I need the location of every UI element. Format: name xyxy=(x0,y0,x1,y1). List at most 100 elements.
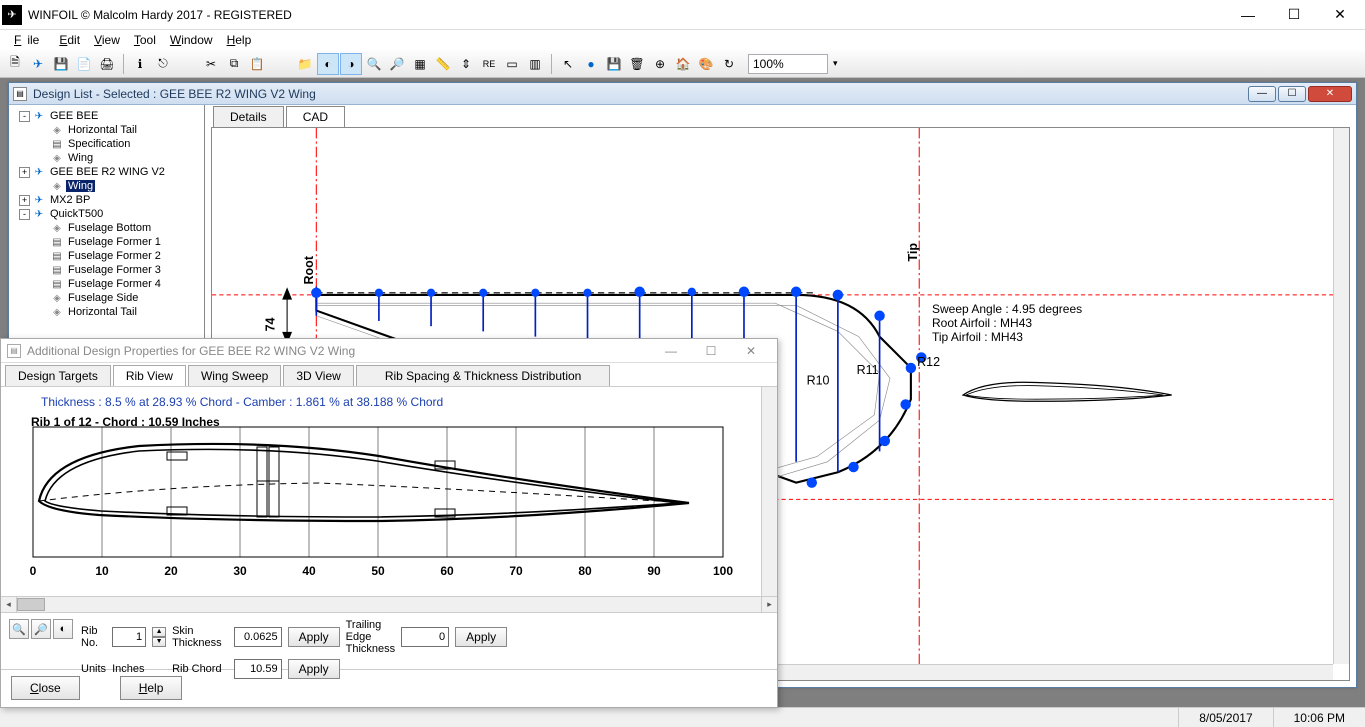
mdi-minimize-button[interactable]: — xyxy=(1248,86,1276,102)
props-close-button[interactable]: ✕ xyxy=(731,340,771,362)
menu-edit[interactable]: Edit xyxy=(53,31,86,49)
close-button[interactable]: Close xyxy=(11,676,80,700)
rib-chord-input[interactable] xyxy=(234,659,282,679)
rib-scrollbar-vertical[interactable] xyxy=(761,387,777,596)
props-minimize-button[interactable]: — xyxy=(651,340,691,362)
target-icon[interactable]: ⊕ xyxy=(649,53,671,75)
new-icon[interactable]: 🗎 xyxy=(4,53,26,75)
house-icon[interactable]: 🏠 xyxy=(672,53,694,75)
tree-expander-icon[interactable]: + xyxy=(19,167,30,178)
airfoil2-icon[interactable]: ◑ xyxy=(340,53,362,75)
dropdown-arrow-icon[interactable]: ▾ xyxy=(833,58,838,69)
re-icon[interactable]: RE xyxy=(478,53,500,75)
props-maximize-button[interactable]: ☐ xyxy=(691,340,731,362)
p1-icon[interactable]: ▭ xyxy=(501,53,523,75)
tab-rib-spacing[interactable]: Rib Spacing & Thickness Distribution xyxy=(356,365,611,386)
tree-item[interactable]: ▤Specification xyxy=(11,137,202,151)
tab-details[interactable]: Details xyxy=(213,106,284,127)
skin-thickness-input[interactable] xyxy=(234,627,282,647)
copy-icon[interactable]: ⧉ xyxy=(223,53,245,75)
menu-view[interactable]: View xyxy=(88,31,126,49)
close-button[interactable]: ✕ xyxy=(1317,0,1363,30)
save-icon[interactable]: 💾 xyxy=(50,53,72,75)
scroll-right-icon[interactable]: ▸ xyxy=(761,597,777,612)
wing-icon[interactable]: ✈ xyxy=(27,53,49,75)
tree-expander-icon[interactable]: + xyxy=(19,195,30,206)
te-thickness-input[interactable] xyxy=(401,627,449,647)
rib-no-input[interactable] xyxy=(112,627,146,647)
gray-icon: ◈ xyxy=(50,222,64,234)
menu-help[interactable]: Help xyxy=(221,31,258,49)
tab-wing-sweep[interactable]: Wing Sweep xyxy=(188,365,281,386)
svg-text:R10: R10 xyxy=(807,374,830,388)
zoom-select[interactable] xyxy=(748,54,828,74)
tree-item[interactable]: ◈Fuselage Bottom xyxy=(11,221,202,235)
zoom-in-icon[interactable]: 🔍 xyxy=(9,619,29,639)
grid-icon[interactable]: ▦ xyxy=(409,53,431,75)
search-icon[interactable]: 🔍 xyxy=(363,53,385,75)
maximize-button[interactable]: ☐ xyxy=(1271,0,1317,30)
tab-design-targets[interactable]: Design Targets xyxy=(5,365,111,386)
tab-cad[interactable]: CAD xyxy=(286,106,345,127)
apply-chord-button[interactable]: Apply xyxy=(288,659,340,679)
tree-item[interactable]: ◈Horizontal Tail xyxy=(11,123,202,137)
info-icon[interactable]: ℹ xyxy=(129,53,151,75)
list-icon[interactable]: 📄 xyxy=(73,53,95,75)
tree-item[interactable]: ▤Fuselage Former 4 xyxy=(11,277,202,291)
cut-icon[interactable]: ✂ xyxy=(200,53,222,75)
menu-file[interactable]: File xyxy=(8,31,51,49)
tree-item[interactable]: ◈Horizontal Tail xyxy=(11,305,202,319)
save2-icon[interactable]: 💾 xyxy=(603,53,625,75)
units-label: Units xyxy=(81,663,106,675)
tab-rib-view[interactable]: Rib View xyxy=(113,365,186,386)
mdi-maximize-button[interactable]: ☐ xyxy=(1278,86,1306,102)
mdi-close-button[interactable]: ✕ xyxy=(1308,86,1352,102)
help-button[interactable]: Help xyxy=(120,676,183,700)
gray-icon: ◈ xyxy=(50,306,64,318)
skin-thickness-label: Skin Thickness xyxy=(172,625,222,649)
tree-item[interactable]: +✈MX2 BP xyxy=(11,193,202,207)
apply-te-button[interactable]: Apply xyxy=(455,627,507,647)
ruler-icon[interactable]: 📏 xyxy=(432,53,454,75)
tree-item[interactable]: +✈GEE BEE R2 WING V2 xyxy=(11,165,202,179)
node-icon[interactable]: ● xyxy=(580,53,602,75)
rib-view-canvas[interactable]: Thickness : 8.5 % at 28.93 % Chord - Cam… xyxy=(1,387,777,597)
palette-icon[interactable]: 🎨 xyxy=(695,53,717,75)
design-list-titlebar[interactable]: ▤ Design List - Selected : GEE BEE R2 WI… xyxy=(9,83,1356,105)
props-titlebar[interactable]: ▤ Additional Design Properties for GEE B… xyxy=(1,339,777,363)
zoom-out-icon[interactable]: 🔎 xyxy=(31,619,51,639)
refresh-icon[interactable]: ↻ xyxy=(718,53,740,75)
airfoil-icon[interactable]: ◐ xyxy=(53,619,73,639)
airfoil1-icon[interactable]: ◐ xyxy=(317,53,339,75)
tree-expander-icon[interactable]: - xyxy=(19,111,30,122)
tree-item[interactable]: ◈Wing xyxy=(11,151,202,165)
tree-item[interactable]: ▤Fuselage Former 1 xyxy=(11,235,202,249)
cad-scrollbar-vertical[interactable] xyxy=(1333,128,1349,664)
tree-item[interactable]: ◈Fuselage Side xyxy=(11,291,202,305)
tree-item[interactable]: ▤Fuselage Former 3 xyxy=(11,263,202,277)
delete-icon[interactable]: 🗑 xyxy=(626,53,648,75)
tree-item[interactable]: -✈GEE BEE xyxy=(11,109,202,123)
print-icon[interactable]: 🖨 xyxy=(96,53,118,75)
minimize-button[interactable]: — xyxy=(1225,0,1271,30)
main-toolbar: 🗎 ✈ 💾 📄 🖨 ℹ ⎋ ✂ ⧉ 📋 📁 ◐ ◑ 🔍 🔎 ▦ 📏 ⇕ RE ▭… xyxy=(0,50,1365,78)
tab-3d-view[interactable]: 3D View xyxy=(283,365,353,386)
scroll-thumb[interactable] xyxy=(17,598,45,611)
tree-item[interactable]: -✈QuickT500 xyxy=(11,207,202,221)
dimv-icon[interactable]: ⇕ xyxy=(455,53,477,75)
paste-icon[interactable]: 📋 xyxy=(246,53,268,75)
props-scrollbar-horizontal[interactable]: ◂ ▸ xyxy=(1,597,777,613)
rib-no-spinner[interactable]: ▲▼ xyxy=(152,627,166,647)
tree-item[interactable]: ▤Fuselage Former 2 xyxy=(11,249,202,263)
menu-window[interactable]: Window xyxy=(164,31,219,49)
exit-icon[interactable]: ⎋ xyxy=(152,53,174,75)
p2-icon[interactable]: ▥ xyxy=(524,53,546,75)
tree-expander-icon[interactable]: - xyxy=(19,209,30,220)
folder-icon[interactable]: 📁 xyxy=(294,53,316,75)
scroll-left-icon[interactable]: ◂ xyxy=(1,597,17,612)
menu-tool[interactable]: Tool xyxy=(128,31,162,49)
apply-skin-button[interactable]: Apply xyxy=(288,627,340,647)
tree-item[interactable]: ◈Wing xyxy=(11,179,202,193)
zoom-icon[interactable]: 🔎 xyxy=(386,53,408,75)
pointer-icon[interactable]: ↖ xyxy=(557,53,579,75)
